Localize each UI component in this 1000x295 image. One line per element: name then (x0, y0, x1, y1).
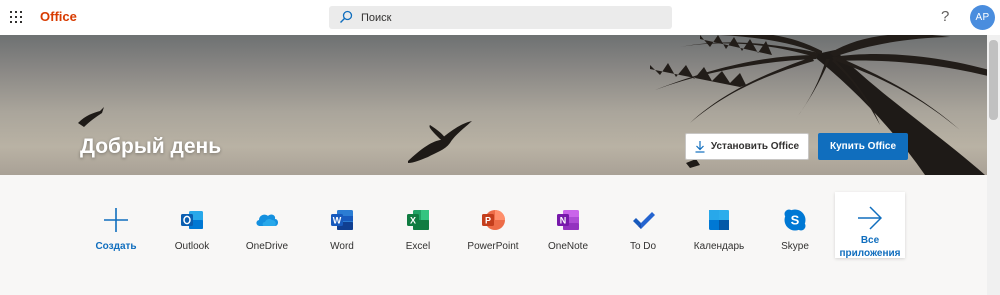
search-icon (340, 10, 353, 23)
top-bar: Office ? AP (0, 0, 1000, 35)
all-apps-button[interactable]: Все приложения (835, 192, 905, 260)
install-office-label: Установить Office (710, 141, 800, 152)
skype-icon: S (784, 209, 806, 231)
svg-text:W: W (333, 216, 342, 226)
svg-text:N: N (560, 216, 567, 226)
excel-icon: X (407, 210, 429, 230)
svg-text:S: S (791, 213, 800, 228)
svg-text:X: X (410, 216, 416, 226)
all-apps-label-line1: Все (860, 235, 880, 246)
avatar[interactable]: AP (970, 5, 995, 30)
app-label: OneNote (547, 241, 589, 252)
app-powerpoint[interactable]: P PowerPoint (453, 193, 533, 273)
app-outlook[interactable]: Outlook (152, 193, 232, 273)
app-label: Word (330, 241, 354, 252)
apps-row: Создать Outlook OneDrive W Word X Excel … (0, 175, 987, 295)
app-launcher-icon[interactable] (10, 11, 22, 23)
page-scrollbar[interactable] (987, 35, 1000, 295)
app-word[interactable]: W Word (302, 193, 382, 273)
onedrive-icon (256, 214, 278, 226)
app-calendar[interactable]: Календарь (679, 193, 759, 273)
svg-text:P: P (485, 216, 491, 226)
all-apps-label-line2: приложения (839, 248, 901, 259)
app-label: Excel (405, 241, 431, 252)
app-onedrive[interactable]: OneDrive (227, 193, 307, 273)
scrollbar-thumb[interactable] (989, 40, 998, 120)
powerpoint-icon: P (482, 210, 505, 230)
word-icon: W (331, 210, 353, 230)
app-label: Календарь (693, 241, 745, 252)
office-logo[interactable]: Office (40, 9, 77, 24)
create-label: Создать (95, 241, 137, 252)
onenote-icon: N (557, 210, 579, 230)
all-apps-label: Все приложения (835, 234, 905, 260)
app-excel[interactable]: X Excel (378, 193, 458, 273)
app-skype[interactable]: S Skype (755, 193, 835, 273)
greeting-heading: Добрый день (80, 135, 222, 158)
app-label: To Do (629, 241, 657, 252)
app-label: Skype (781, 241, 809, 252)
download-icon (695, 140, 705, 153)
outlook-icon (181, 211, 203, 229)
help-icon[interactable]: ? (941, 8, 949, 25)
create-button[interactable]: Создать (76, 193, 156, 273)
app-label: OneDrive (245, 241, 289, 252)
search-box[interactable] (329, 6, 672, 29)
buy-office-button[interactable]: Купить Office (818, 133, 908, 160)
app-onenote[interactable]: N OneNote (528, 193, 608, 273)
app-todo[interactable]: To Do (603, 193, 683, 273)
plus-icon (104, 208, 128, 232)
todo-icon (633, 212, 655, 229)
install-office-button[interactable]: Установить Office (685, 133, 809, 160)
calendar-icon (709, 210, 729, 230)
search-input[interactable] (361, 9, 661, 26)
app-label: PowerPoint (467, 241, 519, 252)
app-label: Outlook (174, 241, 210, 252)
hero-banner: Добрый день Установить Office Купить Off… (0, 35, 1000, 175)
arrow-right-icon (858, 206, 882, 230)
